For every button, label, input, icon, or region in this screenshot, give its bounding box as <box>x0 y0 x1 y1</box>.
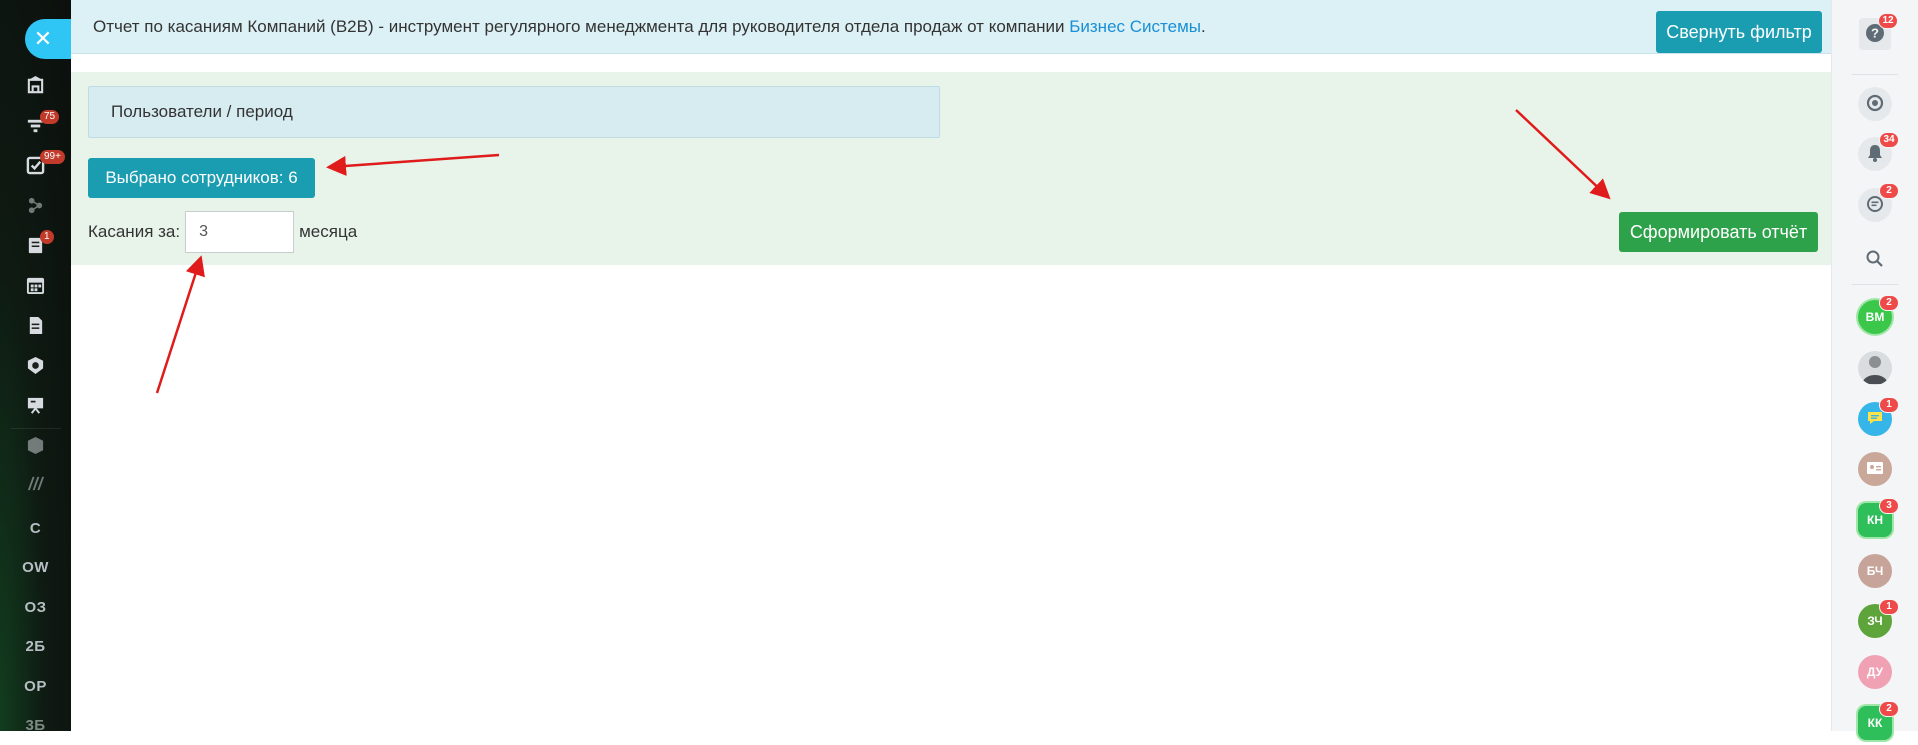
contact-avatar[interactable] <box>1832 447 1918 491</box>
left-sidebar: ✕ 75 99+ 1 С OW ОЗ 2Б ОР 3Б <box>0 0 71 734</box>
info-bar: Отчет по касаниям Компаний (B2B) - инстр… <box>71 0 1832 54</box>
generate-report-button[interactable]: Сформировать отчёт <box>1619 212 1818 252</box>
person-photo-icon <box>1858 351 1892 385</box>
touches-label: Касания за: <box>88 222 181 241</box>
help-badge: 12 <box>1878 13 1898 29</box>
company-link[interactable]: Бизнес Системы <box>1069 17 1201 36</box>
contact-avatar[interactable]: ЗЧ 1 <box>1832 599 1918 643</box>
users-period-title: Пользователи / период <box>111 102 293 121</box>
document-icon <box>26 316 45 340</box>
collapse-filter-button[interactable]: Свернуть фильтр <box>1656 11 1822 53</box>
sidebar-item-or[interactable]: ОР <box>0 666 71 706</box>
contact-avatar[interactable]: 1 <box>1832 397 1918 441</box>
sidebar-item-stripes[interactable] <box>0 466 71 506</box>
contact-card-icon <box>1865 458 1885 481</box>
info-suffix: . <box>1200 16 1206 36</box>
sidebar-item-tasks[interactable]: 99+ <box>0 148 71 188</box>
sidebar-item-oz[interactable]: ОЗ <box>0 587 71 627</box>
sidebar-item-calendar[interactable] <box>0 268 71 308</box>
avatar-badge: 2 <box>1879 295 1899 311</box>
sidebar-item-label: 2Б <box>25 637 46 655</box>
search-icon <box>1865 249 1885 274</box>
sidebar-item-presentation[interactable] <box>0 388 71 428</box>
sidebar-item-label: ОЗ <box>24 598 47 616</box>
info-description: Отчет по касаниям Компаний (B2B) - инстр… <box>93 16 1070 36</box>
sidebar-item-ow[interactable]: OW <box>0 547 71 587</box>
box-icon <box>26 436 45 460</box>
sidebar-item-box[interactable] <box>0 428 71 468</box>
sidebar-item-label: ОР <box>24 677 47 695</box>
avatar-badge: 2 <box>1879 701 1899 717</box>
contact-avatar[interactable]: БЧ <box>1832 549 1918 593</box>
presentation-icon <box>26 396 45 420</box>
sidebar-item-document[interactable] <box>0 308 71 348</box>
avatar-initials: КН <box>1867 513 1883 527</box>
sidebar-item-label: OW <box>22 558 49 576</box>
sidebar-item-network[interactable] <box>0 188 71 228</box>
close-button[interactable]: ✕ <box>25 19 71 59</box>
contact-avatar[interactable]: ДУ <box>1832 650 1918 694</box>
stripes-icon <box>26 474 45 498</box>
avatar-initials: ВМ <box>1865 310 1885 324</box>
sidebar-item-notebook[interactable]: 1 <box>0 228 71 268</box>
search-button[interactable] <box>1832 239 1918 283</box>
chat-button[interactable]: 2 <box>1832 183 1918 227</box>
avatar-badge: 3 <box>1879 498 1899 514</box>
avatar-badge: 1 <box>1879 397 1899 413</box>
avatar-badge: 1 <box>1879 599 1899 615</box>
avatar-initials: КК <box>1867 716 1883 730</box>
contact-avatar[interactable]: КК 2 <box>1832 701 1918 745</box>
avatar-initials: ДУ <box>1866 665 1884 679</box>
main-content: Отчет по касаниям Компаний (B2B) - инстр… <box>71 0 1832 731</box>
sidebar-item-home[interactable] <box>0 68 71 108</box>
sidebar-item-2b[interactable]: 2Б <box>0 626 71 666</box>
right-sidebar-divider <box>1852 74 1898 75</box>
help-button[interactable]: ? 12 <box>1832 12 1918 56</box>
months-label: месяца <box>299 222 358 241</box>
sidebar-item-funnel[interactable]: 75 <box>0 108 71 148</box>
selected-employees-button[interactable]: Выбрано сотрудников: 6 <box>88 158 315 198</box>
network-icon <box>26 196 45 220</box>
funnel-badge: 75 <box>40 110 60 124</box>
sidebar-item-label: С <box>29 519 42 537</box>
notifications-button[interactable]: 34 <box>1832 132 1918 176</box>
tasks-badge: 99+ <box>40 150 65 164</box>
notifications-badge: 34 <box>1879 132 1899 148</box>
users-period-panel[interactable]: Пользователи / период <box>88 86 940 138</box>
contact-avatar[interactable]: ВМ 2 <box>1832 295 1918 339</box>
svg-text:?: ? <box>1871 25 1879 40</box>
activity-icon <box>1865 93 1885 116</box>
filter-panel: Пользователи / период Выбрано сотруднико… <box>71 72 1832 265</box>
home-icon <box>26 76 45 100</box>
right-sidebar-divider <box>1852 284 1898 285</box>
avatar-initials: БЧ <box>1866 564 1884 578</box>
shield-icon <box>26 356 45 380</box>
contact-avatar[interactable] <box>1832 346 1918 390</box>
chat-badge: 2 <box>1879 183 1899 199</box>
right-sidebar: ? 12 34 2 ВМ 2 1 КН 3 БЧ ЗЧ 1 ДУ КК 2 <box>1831 0 1918 740</box>
sidebar-item-3b[interactable]: 3Б <box>0 705 71 745</box>
calendar-icon <box>26 276 45 300</box>
touches-row: Касания за: месяца <box>88 211 357 253</box>
close-icon: ✕ <box>33 26 53 51</box>
notebook-badge: 1 <box>40 230 54 244</box>
sidebar-item-c[interactable]: С <box>0 508 71 548</box>
avatar-initials: ЗЧ <box>1867 614 1883 628</box>
info-text: Отчет по касаниям Компаний (B2B) - инстр… <box>93 17 1206 37</box>
contact-avatar[interactable]: КН 3 <box>1832 498 1918 542</box>
sidebar-item-shield[interactable] <box>0 348 71 388</box>
activity-stream-button[interactable] <box>1832 82 1918 126</box>
months-input[interactable] <box>185 211 295 253</box>
